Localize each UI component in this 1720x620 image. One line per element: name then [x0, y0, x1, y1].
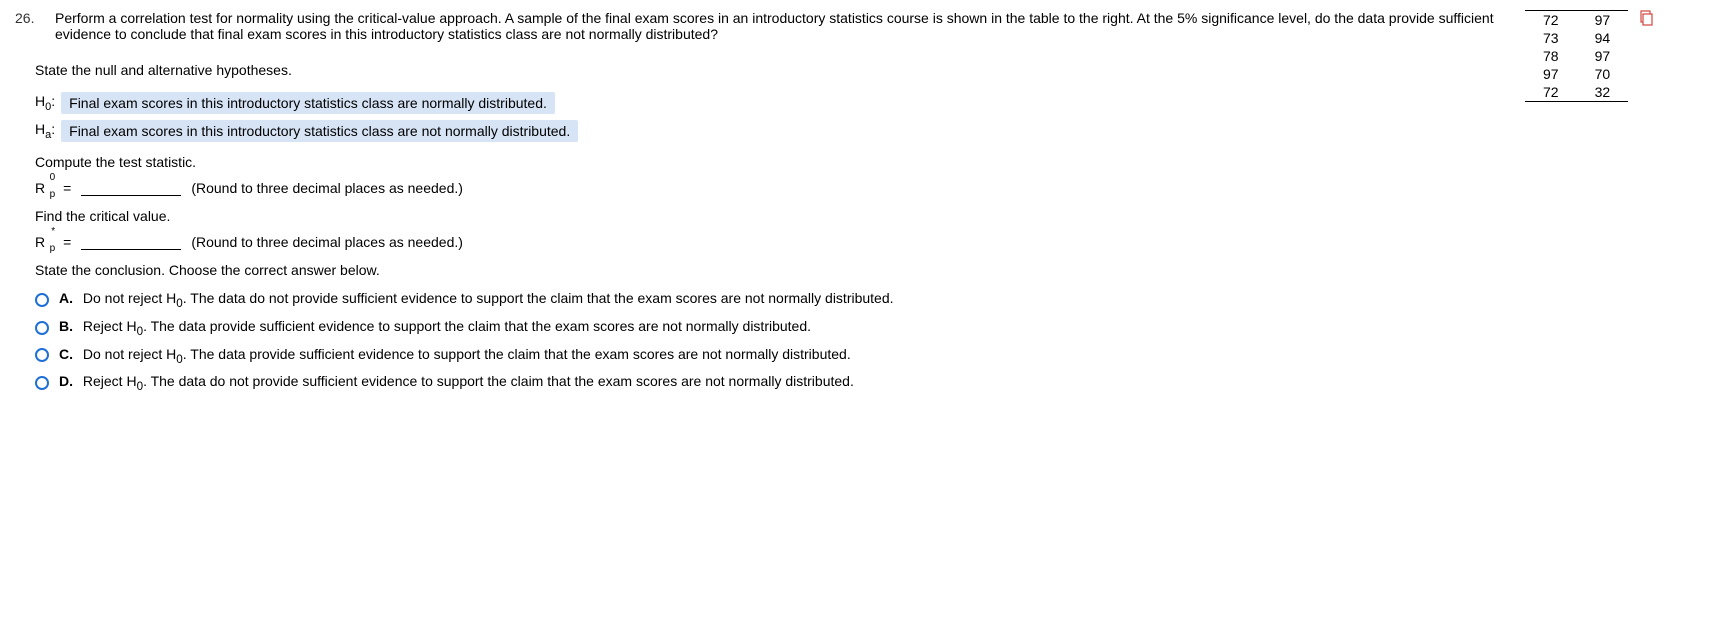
hypotheses-section: State the null and alternative hypothese… — [35, 62, 1495, 142]
radio-b[interactable] — [35, 321, 49, 335]
critical-input[interactable] — [81, 234, 181, 250]
data-table: 7297 7394 7897 9770 7232 — [1525, 10, 1628, 102]
choice-a-text: A. Do not reject H0. The data do not pro… — [59, 290, 894, 310]
side-panel: 7297 7394 7897 9770 7232 — [1525, 10, 1705, 401]
equals: = — [63, 180, 71, 196]
test-stat-equation: R 0 p = (Round to three decimal places a… — [35, 180, 1495, 196]
conclusion-section: State the conclusion. Choose the correct… — [35, 262, 1495, 278]
critical-hint: (Round to three decimal places as needed… — [191, 234, 463, 250]
test-stat-hint: (Round to three decimal places as needed… — [191, 180, 463, 196]
question-row: 26. Perform a correlation test for norma… — [15, 10, 1495, 42]
choice-d-text: D. Reject H0. The data do not provide su… — [59, 373, 854, 393]
choice-d[interactable]: D. Reject H0. The data do not provide su… — [35, 373, 1495, 393]
table-row: 7297 — [1525, 11, 1628, 30]
table-row: 7897 — [1525, 47, 1628, 65]
critical-heading: Find the critical value. — [35, 208, 1495, 224]
ha-row: Ha: Final exam scores in this introducto… — [35, 120, 1495, 142]
rpstar-symbol: R * p — [35, 234, 49, 250]
choice-c-text: C. Do not reject H0. The data provide su… — [59, 346, 851, 366]
h0-symbol: H0: — [35, 93, 55, 113]
radio-d[interactable] — [35, 376, 49, 390]
table-row: 9770 — [1525, 65, 1628, 83]
choice-b-text: B. Reject H0. The data provide sufficien… — [59, 318, 811, 338]
test-stat-input[interactable] — [81, 180, 181, 196]
question-number: 26. — [15, 10, 45, 42]
main-content: 26. Perform a correlation test for norma… — [15, 10, 1495, 401]
test-stat-heading: Compute the test statistic. — [35, 154, 1495, 170]
table-row: 7394 — [1525, 29, 1628, 47]
hypotheses-heading: State the null and alternative hypothese… — [35, 62, 1495, 78]
question-text: Perform a correlation test for normality… — [55, 10, 1495, 42]
conclusion-heading: State the conclusion. Choose the correct… — [35, 262, 1495, 278]
h0-text[interactable]: Final exam scores in this introductory s… — [61, 92, 555, 114]
critical-equation: R * p = (Round to three decimal places a… — [35, 234, 1495, 250]
ha-text[interactable]: Final exam scores in this introductory s… — [61, 120, 578, 142]
choices: A. Do not reject H0. The data do not pro… — [35, 290, 1495, 393]
choice-b[interactable]: B. Reject H0. The data provide sufficien… — [35, 318, 1495, 338]
critical-value-section: Find the critical value. R * p = (Round … — [35, 208, 1495, 250]
h0-row: H0: Final exam scores in this introducto… — [35, 92, 1495, 114]
choice-c[interactable]: C. Do not reject H0. The data provide su… — [35, 346, 1495, 366]
test-statistic-section: Compute the test statistic. R 0 p = (Rou… — [35, 154, 1495, 196]
copy-icon[interactable] — [1638, 10, 1654, 26]
rp0-symbol: R 0 p — [35, 180, 49, 196]
table-row: 7232 — [1525, 83, 1628, 102]
equals: = — [63, 234, 71, 250]
ha-symbol: Ha: — [35, 121, 55, 141]
choice-a[interactable]: A. Do not reject H0. The data do not pro… — [35, 290, 1495, 310]
radio-c[interactable] — [35, 348, 49, 362]
radio-a[interactable] — [35, 293, 49, 307]
